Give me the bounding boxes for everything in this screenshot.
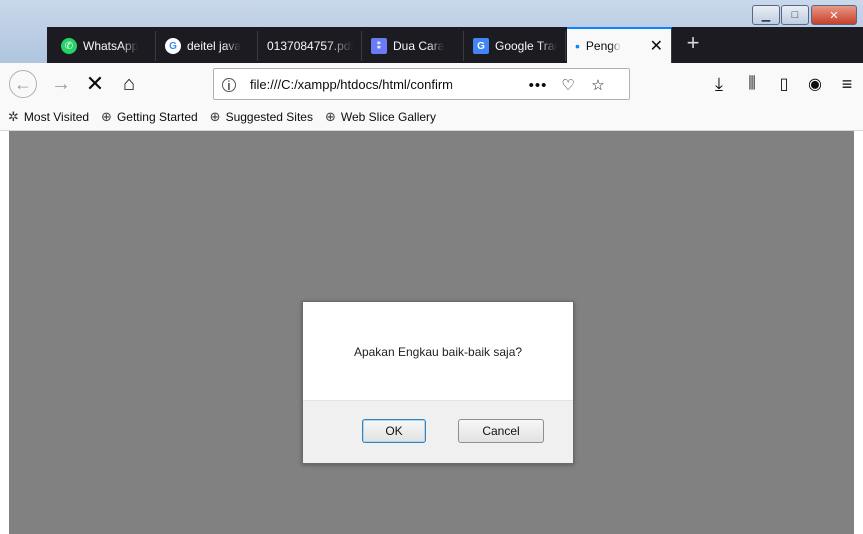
bookmark-label: Web Slice Gallery — [340, 109, 437, 124]
globe-icon: ⊕ — [324, 108, 336, 124]
whatsapp-icon: ✆ — [61, 38, 77, 54]
back-button[interactable]: ← — [9, 70, 37, 98]
forward-button[interactable]: → — [47, 70, 75, 98]
tab-label: WhatsApp — [83, 39, 139, 53]
bookmarks-toolbar: ✲ Most Visited ⊕ Getting Started ⊕ Sugge… — [0, 103, 863, 131]
menu-icon[interactable]: ≡ — [833, 70, 861, 98]
bookmark-star-icon[interactable]: ☆ — [588, 75, 608, 95]
new-tab-button[interactable]: + — [681, 32, 705, 56]
dialog-message: Apakan Engkau baik-baik saja? — [353, 345, 523, 359]
ok-button[interactable]: OK — [362, 419, 426, 443]
stop-loading-button[interactable]: ✕ — [81, 70, 109, 98]
tab-label: Dua Cara — [393, 39, 445, 53]
bookmark-label: Suggested Sites — [225, 109, 313, 124]
tab-deitel-java[interactable]: G deitel java — [157, 31, 258, 61]
tab-label: deitel java — [187, 39, 242, 53]
tab-label: Google Translate — [495, 39, 557, 53]
home-button[interactable]: ⌂ — [115, 70, 143, 98]
close-tab-icon[interactable]: ✕ — [650, 36, 663, 56]
page-actions-menu-icon[interactable]: ••• — [528, 75, 548, 95]
url-bar[interactable]: i file:///C:/xampp/htdocs/html/confirm •… — [213, 68, 630, 100]
tab-active-pengo[interactable]: • Pengo ✕ — [567, 27, 672, 63]
dialog-footer: OK Cancel — [303, 400, 573, 463]
google-translate-icon: G — [473, 38, 489, 54]
gear-icon: ✲ — [8, 108, 19, 124]
bookmark-getting-started[interactable]: ⊕ Getting Started — [101, 109, 198, 125]
google-icon: G — [165, 38, 181, 54]
tab-dua-cara[interactable]: ⁑ Dua Cara — [363, 31, 464, 61]
tab-whatsapp[interactable]: ✆ WhatsApp — [53, 31, 156, 61]
tab-google-translate[interactable]: G Google Translate — [465, 31, 566, 61]
account-icon[interactable]: ◉ — [801, 70, 829, 98]
pocket-icon[interactable]: ♡ — [558, 75, 578, 95]
tab-pdf[interactable]: 0137084757.pdf — [259, 31, 362, 61]
dua-cara-favicon-icon: ⁑ — [371, 38, 387, 54]
url-text[interactable]: file:///C:/xampp/htdocs/html/confirm — [250, 77, 482, 92]
bookmark-web-slice-gallery[interactable]: ⊕ Web Slice Gallery — [325, 109, 436, 125]
maximize-button[interactable]: □ — [781, 5, 809, 25]
globe-icon: ⊕ — [209, 108, 221, 124]
confirm-dialog: Apakan Engkau baik-baik saja? OK Cancel — [302, 301, 574, 464]
globe-icon: ⊕ — [101, 108, 112, 124]
downloads-icon[interactable]: ⤓ — [705, 70, 733, 98]
tab-label: Pengo — [585, 39, 621, 53]
bookmark-label: Getting Started — [116, 109, 198, 124]
library-icon[interactable]: ⫼ — [738, 70, 766, 98]
info-icon[interactable]: i — [222, 78, 236, 93]
bookmark-most-visited[interactable]: ✲ Most Visited — [8, 109, 89, 125]
minimize-button[interactable]: ▁ — [752, 5, 780, 25]
sidebar-icon[interactable]: ▯ — [770, 70, 798, 98]
loading-dot-icon: • — [575, 38, 580, 54]
close-window-button[interactable]: ✕ — [811, 5, 857, 25]
cancel-button[interactable]: Cancel — [458, 419, 544, 443]
tab-label: 0137084757.pdf — [267, 39, 353, 53]
bookmark-suggested-sites[interactable]: ⊕ Suggested Sites — [210, 109, 313, 125]
bookmark-label: Most Visited — [23, 109, 90, 124]
